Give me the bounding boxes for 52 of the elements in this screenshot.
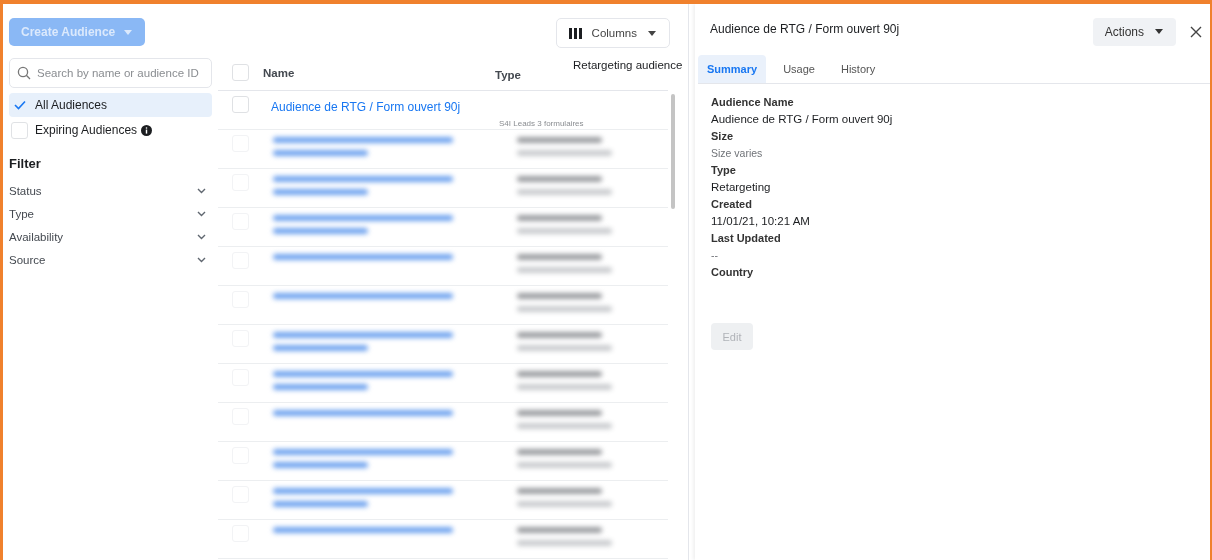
- caret-icon: [1154, 28, 1164, 35]
- chevron-down-icon: [197, 256, 206, 263]
- tab[interactable]: History: [831, 55, 885, 83]
- panel-title: Audience de RTG / Form ouvert 90j: [710, 21, 901, 36]
- close-button[interactable]: [1190, 25, 1202, 38]
- filter-heading: Filter: [9, 156, 42, 171]
- scrollbar[interactable]: [671, 94, 675, 209]
- caret-icon: [123, 28, 134, 36]
- view-label: All Audiences: [35, 98, 108, 112]
- field-label: Size: [711, 130, 734, 142]
- audience-view-item[interactable]: Expiring Audiences: [9, 118, 212, 142]
- row-checkbox[interactable]: [232, 96, 249, 113]
- search-field[interactable]: Search by name or audience ID: [9, 58, 212, 88]
- tab[interactable]: Usage: [774, 55, 824, 83]
- column-header[interactable]: Name: [263, 66, 483, 79]
- columns-icon: [568, 27, 582, 39]
- filter-dropdown[interactable]: Status: [9, 179, 212, 202]
- caret-icon: [647, 29, 657, 37]
- chevron-down-icon: [197, 187, 206, 194]
- type-detail: S4I Leads 3 formulaires: [499, 119, 584, 128]
- field-label: Type: [711, 164, 737, 176]
- select-all-checkbox[interactable]: [232, 64, 249, 81]
- info-icon: [141, 124, 153, 136]
- field-label: Country: [711, 266, 755, 278]
- column-header[interactable]: Retargeting audience: [573, 55, 688, 71]
- filter-dropdown[interactable]: Availability: [9, 225, 212, 248]
- filter-label: Source: [9, 253, 46, 266]
- filter-dropdown[interactable]: Source: [9, 248, 212, 271]
- actions-button[interactable]: Actions: [1092, 17, 1176, 46]
- check-icon: [13, 100, 26, 110]
- field-value: 11/01/21, 10:21 AM: [711, 215, 811, 227]
- audience-view-item[interactable]: All Audiences: [9, 93, 212, 117]
- field-value: Audience de RTG / Form ouvert 90j: [711, 113, 894, 125]
- audience-name-link[interactable]: Audience de RTG / Form ouvert 90j: [271, 96, 489, 114]
- filter-label: Type: [9, 207, 34, 220]
- field-label: Last Updated: [711, 232, 782, 244]
- columns-button[interactable]: Columns: [555, 18, 670, 48]
- filter-dropdown[interactable]: Type: [9, 202, 212, 225]
- view-label: Expiring Audiences: [35, 123, 138, 137]
- filter-label: Status: [9, 184, 42, 197]
- close-icon: [1190, 25, 1202, 38]
- field-value: Size varies: [711, 147, 764, 159]
- column-header[interactable]: Type: [495, 64, 573, 81]
- field-value: Retargeting: [711, 181, 772, 193]
- field-value: --: [711, 249, 719, 261]
- field-label: Audience Name: [711, 96, 795, 108]
- checkbox[interactable]: [11, 121, 28, 139]
- chevron-down-icon: [197, 233, 206, 240]
- chevron-down-icon: [197, 210, 206, 217]
- filter-label: Availability: [9, 230, 64, 243]
- tab[interactable]: Summary: [698, 55, 767, 83]
- field-label: Created: [711, 198, 753, 210]
